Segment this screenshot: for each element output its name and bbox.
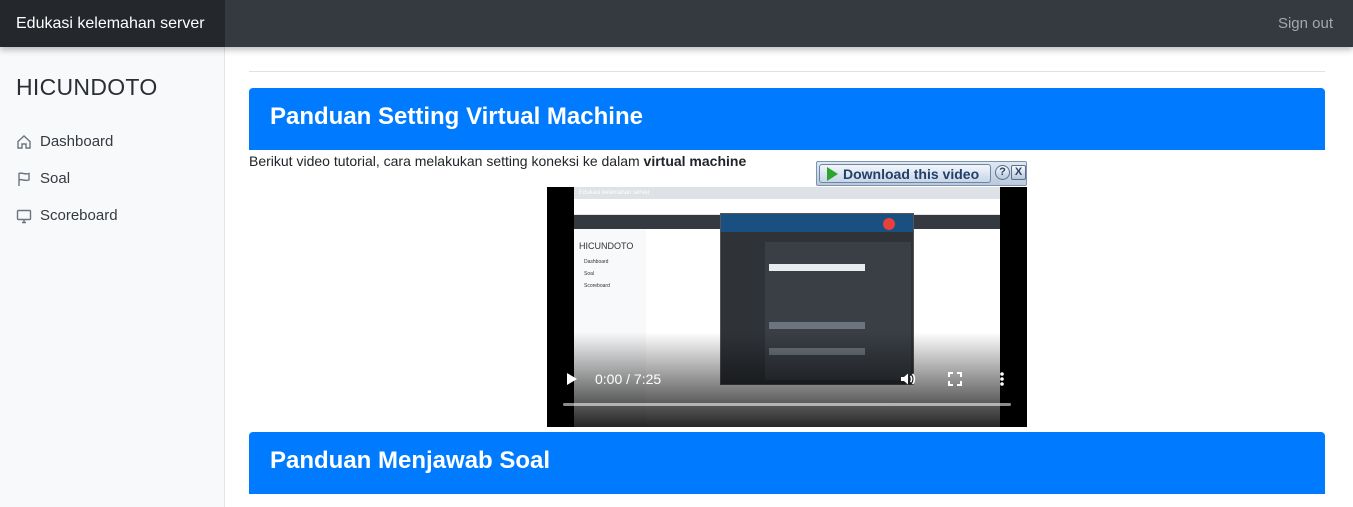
sidebar-item-label: Soal <box>40 170 71 187</box>
download-video-label: Download this video <box>843 165 980 182</box>
play-icon[interactable] <box>567 373 577 385</box>
sidebar-item-scoreboard[interactable]: Scoreboard <box>16 197 118 234</box>
navbar-brand[interactable]: Edukasi kelemahan server <box>0 0 225 47</box>
fullscreen-icon[interactable] <box>947 371 963 387</box>
flag-icon <box>18 171 30 186</box>
record-stop-icon <box>883 218 895 230</box>
thumbnail-title: HICUNDOTO <box>579 241 634 251</box>
more-options-icon[interactable] <box>999 371 1005 387</box>
sign-out-link[interactable]: Sign out <box>1278 0 1333 47</box>
close-icon[interactable]: X <box>1011 165 1026 180</box>
download-video-toolbar: Download this video ? X <box>816 161 1027 186</box>
video-time: 0:00 / 7:25 <box>595 371 662 387</box>
sidebar-item-label: Scoreboard <box>40 207 118 224</box>
help-icon[interactable]: ? <box>995 165 1010 180</box>
sidebar-title: HICUNDOTO <box>16 74 158 100</box>
video-progress-bar[interactable] <box>563 403 1011 406</box>
sidebar-item-soal[interactable]: Soal <box>16 160 118 197</box>
top-navbar: Edukasi kelemahan server Sign out <box>0 0 1353 47</box>
video-controls: 0:00 / 7:25 <box>547 364 1027 394</box>
monitor-icon <box>16 209 32 223</box>
section-header-vm-setup: Panduan Setting Virtual Machine <box>249 88 1325 150</box>
section-title: Panduan Setting Virtual Machine <box>270 103 643 130</box>
download-video-button[interactable]: Download this video <box>819 164 991 183</box>
video-player[interactable]: Edukasi kelemahan server HICUNDOTO Dashb… <box>547 187 1027 427</box>
play-arrow-icon <box>827 166 838 181</box>
section-header-answer-guide: Panduan Menjawab Soal <box>249 432 1325 494</box>
description-bold: virtual machine <box>643 153 747 169</box>
section-title: Panduan Menjawab Soal <box>270 447 551 474</box>
sidebar-item-dashboard[interactable]: Dashboard <box>16 123 118 160</box>
volume-icon[interactable] <box>899 370 917 388</box>
thumbnail-brand: Edukasi kelemahan server <box>579 190 650 196</box>
section-description: Berikut video tutorial, cara melakukan s… <box>249 153 747 169</box>
sidebar-nav: Dashboard Soal Scoreboard <box>16 123 118 234</box>
sidebar: HICUNDOTO Dashboard Soal Scoreboard <box>0 47 225 507</box>
sidebar-item-label: Dashboard <box>40 133 114 150</box>
home-icon <box>17 134 31 149</box>
divider <box>249 71 1325 72</box>
